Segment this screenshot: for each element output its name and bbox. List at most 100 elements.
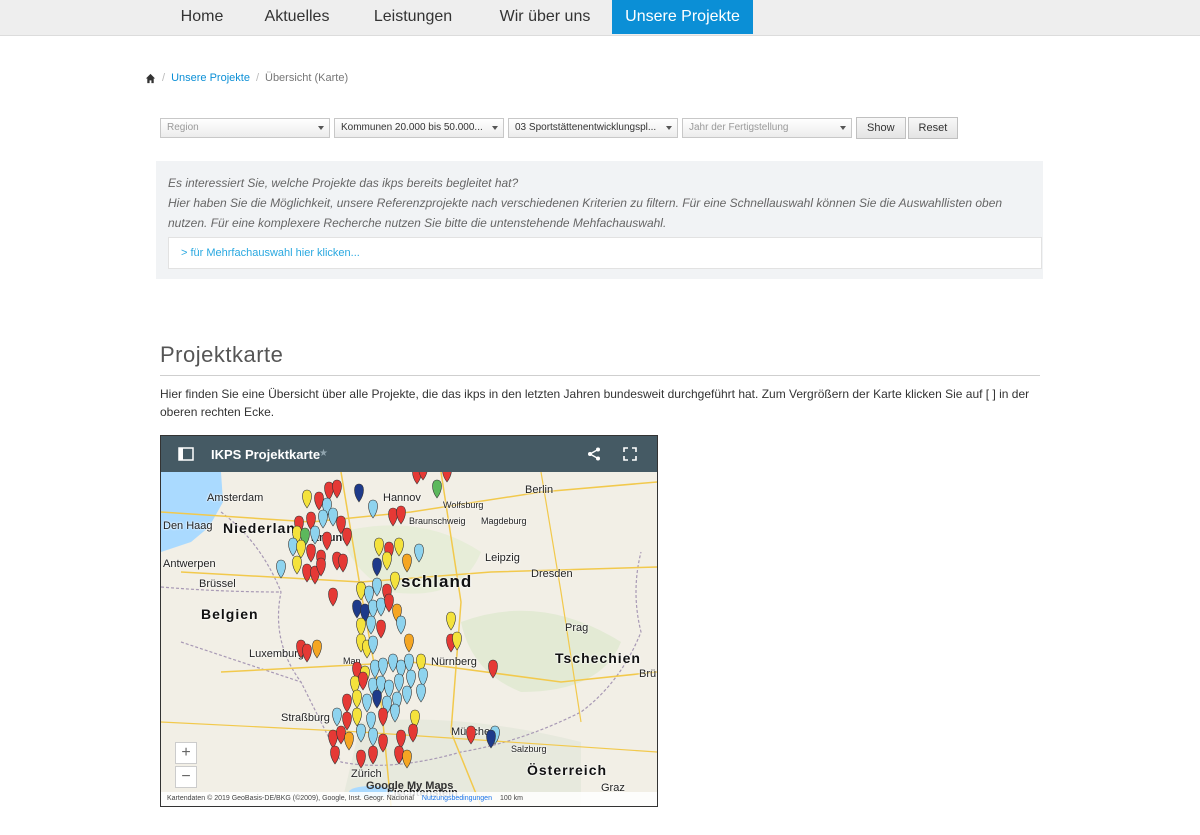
- map-marker-icon[interactable]: [358, 671, 368, 691]
- map-marker-icon[interactable]: [418, 667, 428, 687]
- map-marker-icon[interactable]: [328, 587, 338, 607]
- star-icon[interactable]: ★: [319, 448, 328, 459]
- map-canvas[interactable]: Amsterdam Den Haag Niederlan Antwerpen B…: [161, 472, 657, 806]
- map-marker-icon[interactable]: [466, 725, 476, 745]
- map-marker-icon[interactable]: [372, 557, 382, 577]
- map-marker-icon[interactable]: [328, 729, 338, 749]
- nav-home[interactable]: Home: [158, 0, 246, 34]
- share-icon[interactable]: [587, 447, 601, 461]
- map-marker-icon[interactable]: [390, 703, 400, 723]
- map-marker-icon[interactable]: [336, 725, 346, 745]
- map-marker-icon[interactable]: [314, 491, 324, 511]
- map-marker-icon[interactable]: [378, 657, 388, 677]
- map-marker-icon[interactable]: [486, 729, 496, 749]
- map-marker-icon[interactable]: [372, 577, 382, 597]
- map-marker-icon[interactable]: [332, 479, 342, 499]
- terms-link[interactable]: Nutzungsbedingungen: [422, 795, 492, 802]
- jahr-select[interactable]: Jahr der Fertigstellung: [682, 118, 852, 138]
- map-legend-icon[interactable]: [178, 447, 194, 461]
- home-icon[interactable]: [145, 73, 156, 84]
- map-marker-icon[interactable]: [342, 693, 352, 713]
- map-marker-icon[interactable]: [388, 653, 398, 673]
- map-marker-icon[interactable]: [416, 683, 426, 703]
- map-marker-icon[interactable]: [368, 745, 378, 765]
- map-marker-icon[interactable]: [394, 745, 404, 765]
- map-marker-icon[interactable]: [368, 599, 378, 619]
- map-marker-icon[interactable]: [488, 659, 498, 679]
- map-marker-icon[interactable]: [356, 723, 366, 743]
- map-marker-icon[interactable]: [368, 727, 378, 747]
- kommunen-select[interactable]: Kommunen 20.000 bis 50.000...: [334, 118, 504, 138]
- map-marker-icon[interactable]: [356, 617, 366, 637]
- map-marker-icon[interactable]: [352, 707, 362, 727]
- map-marker-icon[interactable]: [388, 507, 398, 527]
- map-marker-icon[interactable]: [406, 669, 416, 689]
- nav-leistungen[interactable]: Leistungen: [348, 0, 478, 34]
- map-marker-icon[interactable]: [352, 599, 362, 619]
- project-map[interactable]: IKPS Projektkarte ★ Amsterdam Den Haag N…: [160, 435, 658, 807]
- map-marker-icon[interactable]: [390, 571, 400, 591]
- map-marker-icon[interactable]: [376, 597, 386, 617]
- map-marker-icon[interactable]: [378, 707, 388, 727]
- map-marker-icon[interactable]: [366, 615, 376, 635]
- map-marker-icon[interactable]: [276, 559, 286, 579]
- map-marker-icon[interactable]: [402, 553, 412, 573]
- nav-wir-ueber-uns[interactable]: Wir über uns: [478, 0, 612, 34]
- map-marker-icon[interactable]: [408, 723, 418, 743]
- breadcrumb-link-projects[interactable]: Unsere Projekte: [171, 72, 250, 84]
- map-marker-icon[interactable]: [302, 643, 312, 663]
- map-marker-icon[interactable]: [414, 543, 424, 563]
- map-marker-icon[interactable]: [324, 481, 334, 501]
- map-marker-icon[interactable]: [442, 472, 452, 483]
- map-marker-icon[interactable]: [330, 745, 340, 765]
- map-marker-icon[interactable]: [354, 483, 364, 503]
- multi-select-link[interactable]: > für Mehrfachauswahl hier klicken...: [181, 247, 360, 259]
- kategorie-select[interactable]: 03 Sportstättenentwicklungspl...: [508, 118, 678, 138]
- map-marker-icon[interactable]: [402, 685, 412, 705]
- map-marker-icon[interactable]: [318, 509, 328, 529]
- map-marker-icon[interactable]: [368, 499, 378, 519]
- map-marker-icon[interactable]: [302, 563, 312, 583]
- map-marker-icon[interactable]: [384, 593, 394, 613]
- map-marker-icon[interactable]: [378, 733, 388, 753]
- map-marker-icon[interactable]: [344, 731, 354, 751]
- map-marker-icon[interactable]: [312, 639, 322, 659]
- map-marker-icon[interactable]: [396, 729, 406, 749]
- map-marker-icon[interactable]: [302, 489, 312, 509]
- map-marker-icon[interactable]: [396, 505, 406, 525]
- map-marker-icon[interactable]: [342, 527, 352, 547]
- map-marker-icon[interactable]: [306, 543, 316, 563]
- nav-unsere-projekte[interactable]: Unsere Projekte: [612, 0, 753, 34]
- fullscreen-icon[interactable]: [623, 447, 637, 461]
- region-select[interactable]: Region: [160, 118, 330, 138]
- nav-aktuelles[interactable]: Aktuelles: [246, 0, 348, 34]
- map-marker-icon[interactable]: [366, 711, 376, 731]
- map-marker-icon[interactable]: [338, 553, 348, 573]
- map-marker-icon[interactable]: [402, 749, 412, 769]
- map-marker-icon[interactable]: [322, 531, 332, 551]
- zoom-out-button[interactable]: −: [175, 766, 197, 788]
- reset-button[interactable]: Reset: [907, 117, 959, 139]
- map-marker-icon[interactable]: [370, 659, 380, 679]
- map-marker-icon[interactable]: [396, 615, 406, 635]
- map-marker-icon[interactable]: [310, 525, 320, 545]
- map-marker-icon[interactable]: [404, 653, 414, 673]
- map-marker-icon[interactable]: [382, 551, 392, 571]
- map-marker-icon[interactable]: [296, 539, 306, 559]
- map-marker-icon[interactable]: [328, 507, 338, 527]
- map-marker-icon[interactable]: [332, 707, 342, 727]
- map-marker-icon[interactable]: [352, 689, 362, 709]
- map-marker-icon[interactable]: [356, 749, 366, 769]
- map-marker-icon[interactable]: [404, 633, 414, 653]
- map-marker-icon[interactable]: [372, 689, 382, 709]
- map-marker-icon[interactable]: [374, 537, 384, 557]
- map-marker-icon[interactable]: [432, 479, 442, 499]
- map-marker-icon[interactable]: [384, 679, 394, 699]
- map-marker-icon[interactable]: [376, 619, 386, 639]
- map-marker-icon[interactable]: [394, 537, 404, 557]
- map-marker-icon[interactable]: [292, 555, 302, 575]
- zoom-in-button[interactable]: +: [175, 742, 197, 764]
- map-marker-icon[interactable]: [446, 611, 456, 631]
- show-button[interactable]: Show: [856, 117, 906, 139]
- map-marker-icon[interactable]: [288, 537, 298, 557]
